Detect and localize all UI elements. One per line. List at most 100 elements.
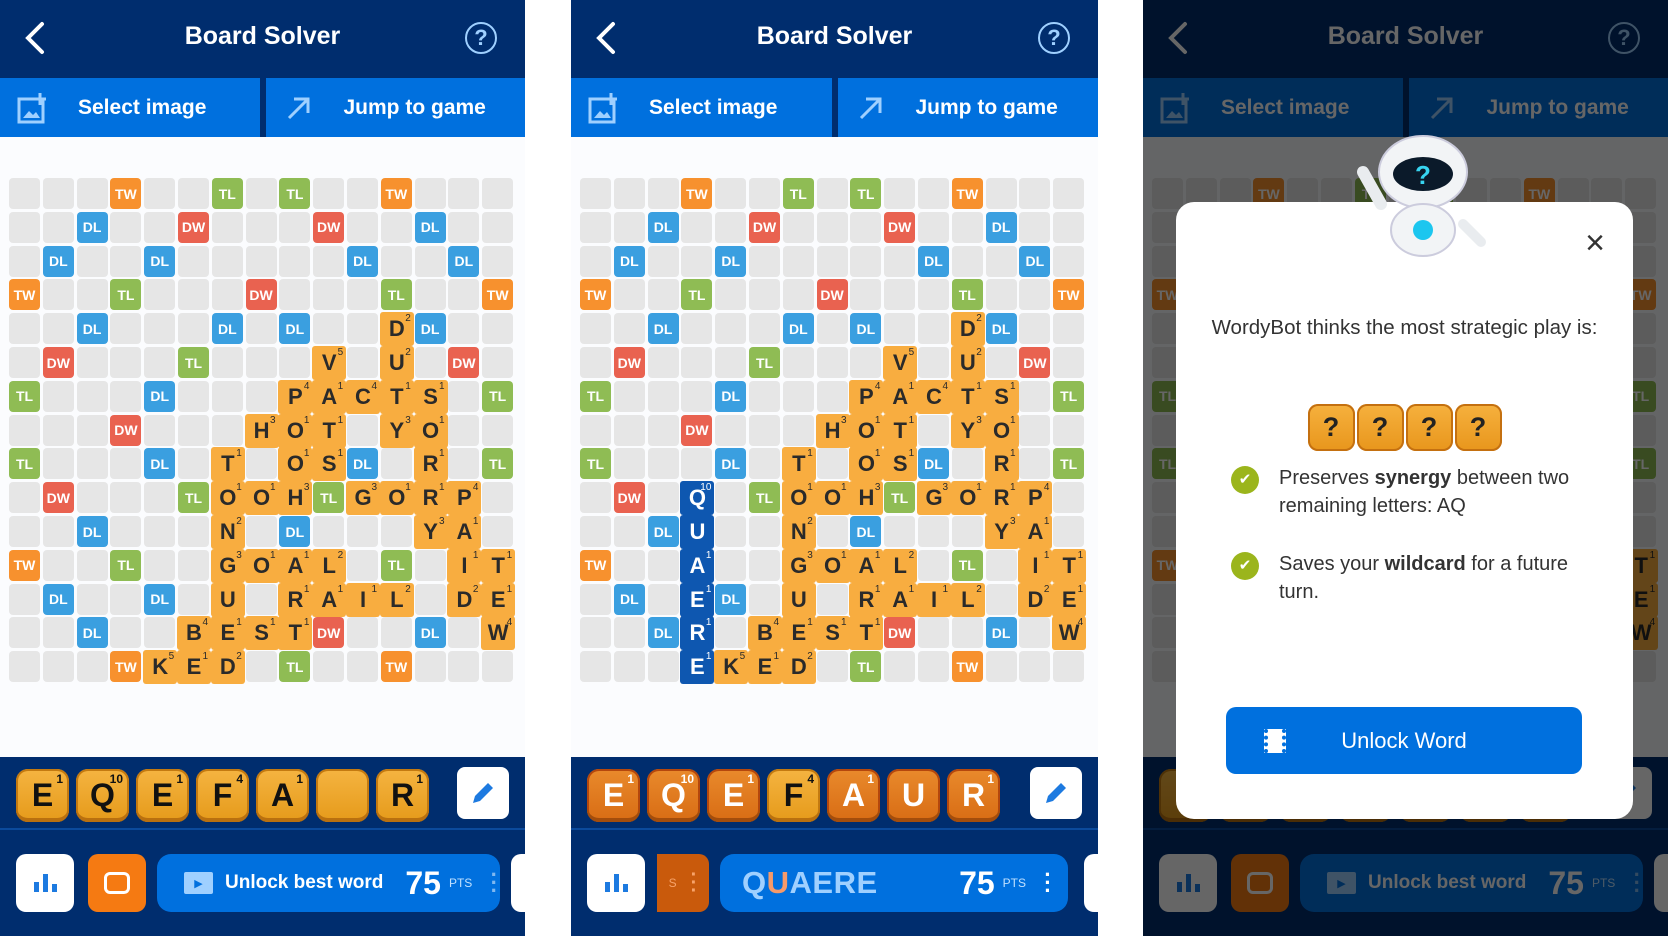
previous-word-card[interactable]: S · · · [657, 854, 709, 912]
premium-square-dl[interactable]: DL [42, 583, 74, 615]
board-cell[interactable] [613, 178, 645, 209]
board-cell[interactable] [816, 313, 848, 345]
board-cell[interactable] [749, 583, 780, 615]
board-cell[interactable] [347, 279, 378, 311]
board-cell[interactable] [347, 617, 378, 649]
premium-square-dl[interactable]: DL [715, 583, 747, 615]
board-cell[interactable] [715, 279, 747, 311]
rack-tile[interactable]: A1 [827, 769, 880, 822]
select-image-button[interactable]: Select image [571, 78, 838, 137]
board-cell[interactable] [985, 279, 1017, 311]
premium-square-dl[interactable]: DL [985, 617, 1017, 649]
premium-square-dl[interactable]: DL [1019, 245, 1051, 277]
board-cell[interactable] [448, 211, 480, 243]
board-cell[interactable] [985, 347, 1017, 378]
board-cell[interactable] [76, 482, 108, 514]
board-cell[interactable] [985, 583, 1017, 615]
board-cell[interactable] [985, 178, 1017, 209]
board-cell[interactable] [9, 583, 40, 615]
premium-square-dl[interactable]: DL [647, 516, 679, 547]
board-cell[interactable] [211, 347, 243, 378]
board-cell[interactable] [347, 549, 378, 581]
board-cell[interactable] [448, 380, 480, 412]
premium-square-dw[interactable]: DW [313, 211, 345, 243]
board-cell[interactable] [144, 178, 176, 209]
board-cell[interactable] [749, 178, 780, 209]
board-cell[interactable] [884, 313, 916, 345]
board-cell[interactable] [482, 211, 514, 243]
board-cell[interactable] [414, 279, 446, 311]
board-cell[interactable] [110, 583, 142, 615]
premium-square-dl[interactable]: DL [647, 211, 679, 243]
premium-square-dl[interactable]: DL [414, 211, 446, 243]
board-cell[interactable] [9, 651, 40, 683]
premium-square-tl[interactable]: TL [580, 448, 611, 480]
board-cell[interactable] [347, 516, 378, 547]
board-cell[interactable] [613, 380, 645, 412]
board-cell[interactable] [178, 448, 209, 480]
board-cell[interactable] [749, 245, 780, 277]
premium-square-dw[interactable]: DW [110, 414, 142, 446]
board-cell[interactable] [1019, 211, 1051, 243]
premium-square-dw[interactable]: DW [681, 414, 713, 446]
board-cell[interactable] [884, 516, 916, 547]
board-cell[interactable] [110, 313, 142, 345]
board-cell[interactable] [816, 380, 848, 412]
board-cell[interactable] [482, 178, 514, 209]
board-cell[interactable] [715, 347, 747, 378]
board-cell[interactable] [1019, 617, 1051, 649]
premium-square-tl[interactable]: TL [681, 279, 713, 311]
board-cell[interactable] [380, 245, 412, 277]
premium-square-dl[interactable]: DL [76, 516, 108, 547]
board-cell[interactable] [647, 279, 679, 311]
board-cell[interactable] [580, 178, 611, 209]
board-cell[interactable] [380, 211, 412, 243]
premium-square-tl[interactable]: TL [211, 178, 243, 209]
premium-square-dl[interactable]: DL [211, 313, 243, 345]
help-icon[interactable]: ? [465, 22, 497, 54]
premium-square-tw[interactable]: TW [951, 178, 983, 209]
board-cell[interactable] [647, 414, 679, 446]
board-cell[interactable] [816, 178, 848, 209]
premium-square-dl[interactable]: DL [715, 448, 747, 480]
board-cell[interactable] [647, 448, 679, 480]
board-cell[interactable] [918, 347, 949, 378]
board-cell[interactable] [782, 211, 814, 243]
board-cell[interactable] [76, 448, 108, 480]
board-cell[interactable] [482, 313, 514, 345]
board-cell[interactable] [647, 347, 679, 378]
jump-to-game-button[interactable]: Jump to game [266, 78, 526, 137]
premium-square-tl[interactable]: TL [110, 279, 142, 311]
premium-square-dw[interactable]: DW [1019, 347, 1051, 378]
premium-square-dl[interactable]: DL [850, 313, 882, 345]
premium-square-dl[interactable]: DL [918, 448, 949, 480]
board-cell[interactable] [211, 414, 243, 446]
board-cell[interactable] [313, 178, 345, 209]
premium-square-dl[interactable]: DL [850, 516, 882, 547]
board-cell[interactable] [1053, 516, 1085, 547]
board-cell[interactable] [647, 583, 679, 615]
board-cell[interactable] [1019, 279, 1051, 311]
more-options-icon[interactable]: ··· [1044, 864, 1052, 902]
board-cell[interactable] [245, 211, 277, 243]
board-cell[interactable] [414, 651, 446, 683]
board-cell[interactable] [380, 516, 412, 547]
board-cell[interactable] [647, 380, 679, 412]
board-cell[interactable] [985, 549, 1017, 581]
rack-tile[interactable]: Q10 [647, 769, 700, 822]
rack-tile[interactable]: A1 [256, 769, 309, 822]
board-cell[interactable] [681, 245, 713, 277]
board-cell[interactable] [448, 617, 480, 649]
premium-square-tw[interactable]: TW [110, 178, 142, 209]
premium-square-tw[interactable]: TW [681, 178, 713, 209]
next-card-edge[interactable] [511, 854, 525, 912]
board-cell[interactable] [42, 178, 74, 209]
board-cell[interactable] [918, 279, 949, 311]
board-cell[interactable] [749, 380, 780, 412]
premium-square-tl[interactable]: TL [9, 448, 40, 480]
board-cell[interactable] [414, 549, 446, 581]
premium-square-tl[interactable]: TL [782, 178, 814, 209]
board-cell[interactable] [144, 211, 176, 243]
premium-square-dw[interactable]: DW [884, 211, 916, 243]
board-cell[interactable] [211, 279, 243, 311]
